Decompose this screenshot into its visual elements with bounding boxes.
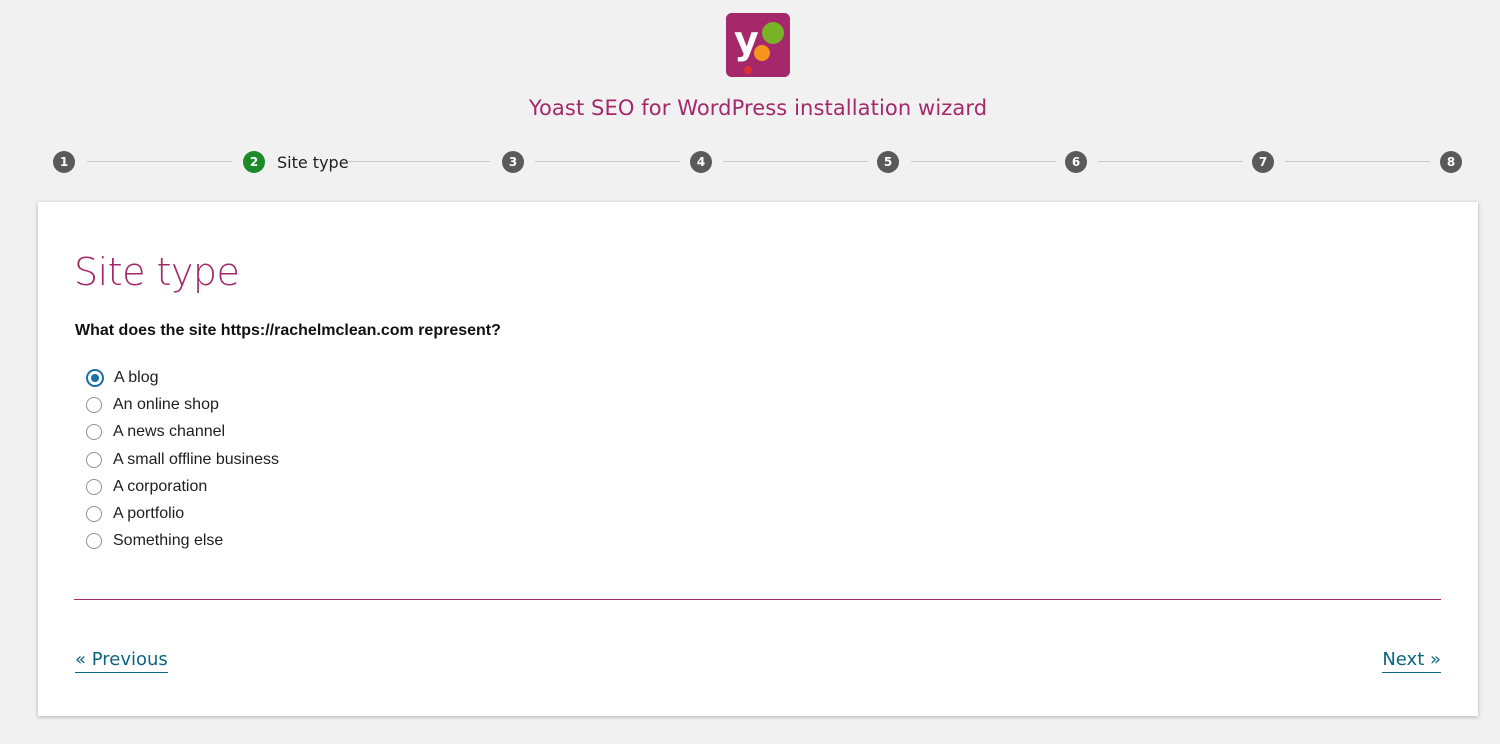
step-number: 2 — [243, 151, 265, 173]
option-news-channel[interactable]: A news channel — [86, 419, 279, 446]
step-connector — [87, 161, 232, 162]
radio-button[interactable] — [86, 506, 102, 523]
option-label[interactable]: A small offline business — [113, 451, 279, 469]
step-4[interactable]: 4 — [690, 150, 712, 174]
step-connector — [348, 161, 490, 162]
step-connector — [1098, 161, 1243, 162]
radio-button[interactable] — [86, 396, 102, 413]
radio-dot — [91, 373, 99, 382]
radio-button[interactable] — [86, 478, 102, 495]
option-label[interactable]: A blog — [114, 369, 158, 387]
wizard-card: Site type What does the site https://rac… — [38, 202, 1478, 716]
step-6[interactable]: 6 — [1065, 150, 1087, 174]
step-number: 8 — [1440, 151, 1462, 173]
option-blog[interactable]: A blog — [86, 364, 279, 391]
next-button[interactable]: Next » — [1382, 649, 1441, 673]
step-5[interactable]: 5 — [877, 150, 899, 174]
option-something-else[interactable]: Something else — [86, 528, 279, 555]
step-number: 6 — [1065, 151, 1087, 173]
option-label[interactable]: Something else — [113, 532, 223, 550]
option-label[interactable]: A portfolio — [113, 505, 184, 523]
yoast-logo-icon: y — [726, 13, 790, 77]
wizard-stepper: 1 2 Site type 3 4 5 6 7 8 — [0, 148, 1500, 176]
wizard-title: Yoast SEO for WordPress installation wiz… — [528, 96, 988, 120]
step-1[interactable]: 1 — [53, 150, 75, 174]
option-portfolio[interactable]: A portfolio — [86, 500, 279, 527]
site-type-options: A blog An online shop A news channel A s… — [86, 364, 279, 555]
step-7[interactable]: 7 — [1252, 150, 1274, 174]
option-label[interactable]: An online shop — [113, 396, 219, 414]
step-number: 5 — [877, 151, 899, 173]
step-connector — [911, 161, 1056, 162]
step-number: 4 — [690, 151, 712, 173]
step-connector — [723, 161, 868, 162]
step-8[interactable]: 8 — [1440, 150, 1462, 174]
step-connector — [535, 161, 680, 162]
card-divider — [74, 599, 1441, 600]
step-2[interactable]: 2 Site type — [243, 150, 349, 174]
step-number: 7 — [1252, 151, 1274, 173]
option-corporation[interactable]: A corporation — [86, 473, 279, 500]
option-label[interactable]: A news channel — [113, 423, 225, 441]
step-number: 1 — [53, 151, 75, 173]
option-online-shop[interactable]: An online shop — [86, 391, 279, 418]
option-small-offline-business[interactable]: A small offline business — [86, 446, 279, 473]
site-type-question: What does the site https://rachelmclean.… — [75, 322, 501, 339]
step-label: Site type — [277, 152, 349, 172]
radio-button[interactable] — [86, 424, 102, 441]
radio-button[interactable] — [86, 533, 102, 550]
radio-button-selected[interactable] — [86, 368, 104, 387]
wizard-page: y Yoast SEO for WordPress installation w… — [0, 0, 1500, 744]
step-number: 3 — [502, 151, 524, 173]
previous-button[interactable]: « Previous — [75, 649, 168, 673]
option-label[interactable]: A corporation — [113, 478, 207, 496]
step-connector — [1285, 161, 1430, 162]
page-title: Site type — [74, 250, 240, 294]
step-3[interactable]: 3 — [502, 150, 524, 174]
radio-button[interactable] — [86, 451, 102, 468]
